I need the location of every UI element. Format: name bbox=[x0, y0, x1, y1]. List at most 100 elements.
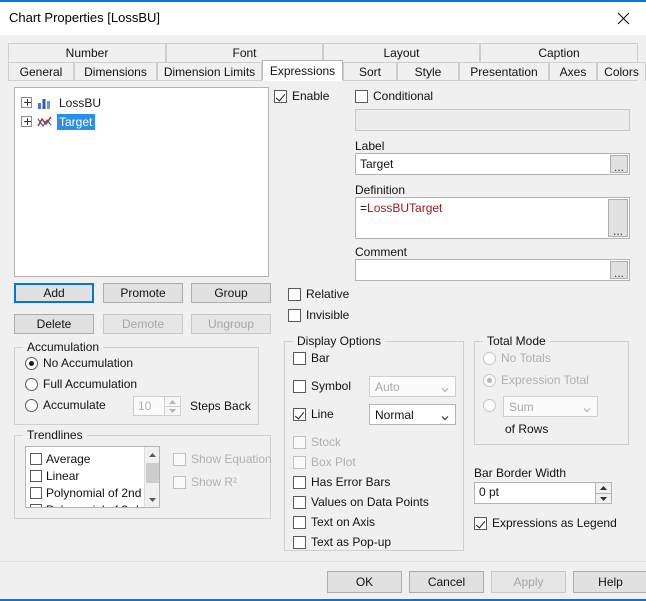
expand-plus-icon[interactable] bbox=[21, 97, 32, 108]
radio-label: Accumulate bbox=[43, 398, 106, 412]
show-equation-checkbox: Show Equation bbox=[173, 452, 272, 466]
symbol-checkbox[interactable]: Symbol bbox=[293, 379, 351, 393]
trendlines-listbox[interactable]: Average Linear Polynomial of 2nd d Polyn… bbox=[25, 446, 160, 508]
checkbox-box bbox=[293, 455, 306, 469]
conditional-input bbox=[355, 109, 630, 131]
values-on-data-points-checkbox[interactable]: Values on Data Points bbox=[293, 495, 429, 509]
label-caption: Label bbox=[355, 139, 385, 153]
checkbox-box bbox=[293, 535, 306, 549]
radio-accumulate[interactable]: Accumulate bbox=[25, 398, 106, 412]
tab-caption[interactable]: Caption bbox=[480, 43, 638, 62]
cancel-button[interactable]: Cancel bbox=[409, 571, 484, 593]
checkbox-box bbox=[293, 379, 306, 393]
show-equation-label: Show Equation bbox=[191, 452, 272, 466]
stock-label: Stock bbox=[311, 435, 342, 449]
tab-expressions[interactable]: Expressions bbox=[262, 60, 343, 81]
tab-layout[interactable]: Layout bbox=[323, 43, 480, 62]
list-item[interactable]: Polynomial of 2nd d bbox=[30, 484, 151, 501]
comment-ellipsis-button[interactable]: ... bbox=[610, 261, 628, 279]
enable-checkbox[interactable]: Enable bbox=[274, 89, 329, 103]
delete-button[interactable]: Delete bbox=[14, 314, 94, 334]
radio-no-accumulation[interactable]: No Accumulation bbox=[25, 356, 133, 370]
accumulation-group: Accumulation No Accumulation Full Accumu… bbox=[14, 340, 259, 425]
steps-back-stepper: 10 bbox=[133, 396, 181, 416]
tab-style[interactable]: Style bbox=[397, 62, 459, 81]
trendlines-scrollbar[interactable] bbox=[144, 447, 159, 507]
invisible-checkbox[interactable]: Invisible bbox=[288, 308, 349, 322]
checkbox-box bbox=[293, 351, 306, 365]
window-title: Chart Properties [LossBU] bbox=[9, 10, 161, 25]
text-on-axis-label: Text on Axis bbox=[311, 515, 376, 529]
label-ellipsis-button[interactable]: ... bbox=[610, 155, 628, 173]
bar-border-width-input[interactable]: 0 pt bbox=[474, 482, 612, 504]
line-chart-icon bbox=[37, 115, 53, 129]
conditional-label: Conditional bbox=[373, 89, 434, 103]
checkbox-box bbox=[293, 475, 306, 489]
add-button[interactable]: Add bbox=[14, 283, 94, 303]
checkbox-box[interactable] bbox=[30, 503, 42, 507]
has-error-bars-checkbox[interactable]: Has Error Bars bbox=[293, 475, 390, 489]
scroll-up-icon[interactable] bbox=[145, 447, 159, 462]
spinner-up-icon bbox=[164, 396, 181, 406]
list-item-label: Average bbox=[46, 451, 91, 466]
comment-input[interactable] bbox=[355, 259, 630, 281]
expand-plus-icon[interactable] bbox=[21, 116, 32, 127]
tab-sort[interactable]: Sort bbox=[343, 62, 397, 81]
list-item[interactable]: Linear bbox=[30, 467, 79, 484]
radio-expression-total: Expression Total bbox=[483, 373, 589, 387]
bar-chart-icon bbox=[37, 96, 53, 110]
definition-input[interactable]: =LossBUTarget bbox=[355, 197, 630, 239]
spinner-down-icon[interactable] bbox=[595, 493, 612, 504]
list-item[interactable]: Polynomial of 3rd d bbox=[30, 501, 149, 507]
label-input[interactable]: Target bbox=[355, 153, 630, 175]
demote-button: Demote bbox=[103, 314, 183, 334]
radio-full-accumulation[interactable]: Full Accumulation bbox=[25, 377, 137, 391]
display-options-title: Display Options bbox=[293, 334, 386, 348]
definition-value: LossBUTarget bbox=[367, 201, 443, 215]
tree-item-target[interactable]: Target bbox=[21, 113, 96, 130]
radio-label: No Totals bbox=[501, 351, 551, 365]
tab-colors[interactable]: Colors bbox=[597, 62, 646, 81]
chart-properties-dialog: Chart Properties [LossBU] Number Font La… bbox=[0, 0, 646, 601]
tree-item-lossbu[interactable]: LossBU bbox=[21, 94, 104, 111]
radio-label: Expression Total bbox=[501, 373, 589, 387]
scroll-down-icon[interactable] bbox=[145, 492, 159, 507]
definition-ellipsis-button[interactable]: ... bbox=[608, 199, 628, 237]
group-button[interactable]: Group bbox=[191, 283, 271, 303]
tab-dimensions[interactable]: Dimensions bbox=[74, 62, 157, 81]
tab-presentation[interactable]: Presentation bbox=[459, 62, 549, 81]
checkbox-box bbox=[293, 435, 306, 449]
relative-checkbox[interactable]: Relative bbox=[288, 287, 349, 301]
expression-tree[interactable]: LossBU Target bbox=[14, 87, 269, 277]
line-style-combo[interactable]: Normal bbox=[369, 404, 456, 425]
tab-dimension-limits[interactable]: Dimension Limits bbox=[157, 62, 262, 81]
help-button[interactable]: Help bbox=[573, 571, 646, 593]
conditional-checkbox[interactable]: Conditional bbox=[355, 89, 433, 103]
close-icon[interactable] bbox=[600, 2, 646, 35]
bar-checkbox[interactable]: Bar bbox=[293, 351, 330, 365]
show-r2-checkbox: Show R² bbox=[173, 475, 237, 489]
list-item[interactable]: Average bbox=[30, 450, 90, 467]
text-on-axis-checkbox[interactable]: Text on Axis bbox=[293, 515, 375, 529]
scrollbar-thumb[interactable] bbox=[146, 463, 159, 483]
text-as-popup-checkbox[interactable]: Text as Pop-up bbox=[293, 535, 391, 549]
expressions-as-legend-label: Expressions as Legend bbox=[492, 516, 617, 530]
ungroup-button: Ungroup bbox=[191, 314, 271, 334]
display-options-group: Display Options Bar Symbol Auto Line Nor… bbox=[284, 334, 464, 551]
ok-button[interactable]: OK bbox=[327, 571, 402, 593]
checkbox-box bbox=[355, 89, 368, 103]
radio-aggregation bbox=[483, 399, 501, 412]
promote-button[interactable]: Promote bbox=[103, 283, 183, 303]
radio-label: Full Accumulation bbox=[43, 377, 138, 391]
line-checkbox[interactable]: Line bbox=[293, 407, 334, 421]
spinner-up-icon[interactable] bbox=[595, 482, 612, 493]
checkbox-box[interactable] bbox=[30, 486, 42, 499]
expressions-as-legend-checkbox[interactable]: Expressions as Legend bbox=[474, 516, 617, 530]
tab-number[interactable]: Number bbox=[8, 43, 166, 62]
bar-border-width-spin-buttons[interactable] bbox=[595, 482, 612, 504]
checkbox-box[interactable] bbox=[30, 469, 42, 482]
checkbox-box[interactable] bbox=[30, 452, 42, 465]
tab-axes[interactable]: Axes bbox=[549, 62, 597, 81]
symbol-combo-value: Auto bbox=[375, 379, 400, 394]
tab-general[interactable]: General bbox=[8, 62, 74, 81]
